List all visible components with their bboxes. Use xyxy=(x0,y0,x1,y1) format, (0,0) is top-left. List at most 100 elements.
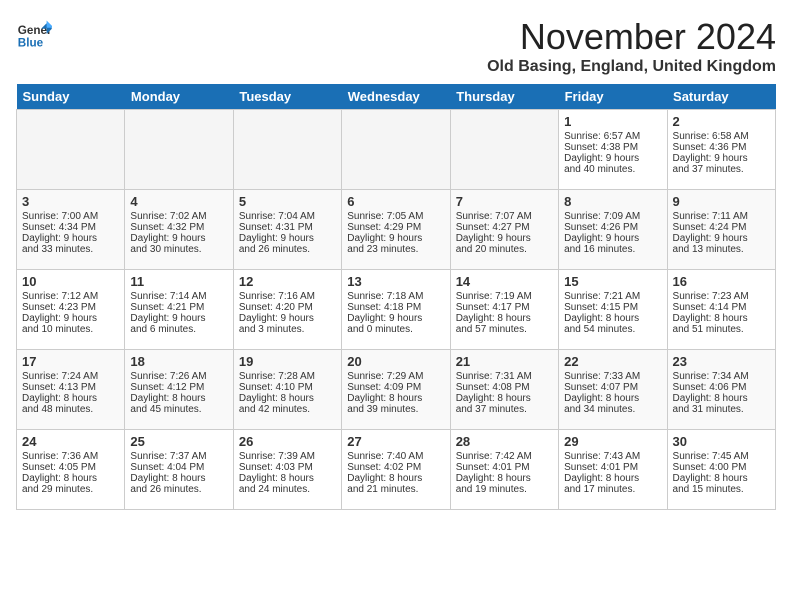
day-info: Daylight: 8 hours xyxy=(239,473,336,484)
day-cell xyxy=(342,110,450,190)
day-info: and 34 minutes. xyxy=(564,404,661,415)
day-info: Sunrise: 7:28 AM xyxy=(239,371,336,382)
calendar-table: SundayMondayTuesdayWednesdayThursdayFrid… xyxy=(16,84,776,510)
col-header-sunday: Sunday xyxy=(17,84,125,110)
day-cell: 18Sunrise: 7:26 AMSunset: 4:12 PMDayligh… xyxy=(125,350,233,430)
col-header-monday: Monday xyxy=(125,84,233,110)
week-row-4: 24Sunrise: 7:36 AMSunset: 4:05 PMDayligh… xyxy=(17,430,776,510)
day-cell: 28Sunrise: 7:42 AMSunset: 4:01 PMDayligh… xyxy=(450,430,558,510)
day-cell: 13Sunrise: 7:18 AMSunset: 4:18 PMDayligh… xyxy=(342,270,450,350)
day-info: Sunset: 4:12 PM xyxy=(130,382,227,393)
day-cell: 11Sunrise: 7:14 AMSunset: 4:21 PMDayligh… xyxy=(125,270,233,350)
col-header-friday: Friday xyxy=(559,84,667,110)
day-info: and 10 minutes. xyxy=(22,324,119,335)
day-info: Sunset: 4:02 PM xyxy=(347,462,444,473)
day-info: Sunrise: 7:26 AM xyxy=(130,371,227,382)
day-info: Sunrise: 7:24 AM xyxy=(22,371,119,382)
day-info: Daylight: 8 hours xyxy=(564,313,661,324)
day-info: and 37 minutes. xyxy=(456,404,553,415)
day-info: and 40 minutes. xyxy=(564,164,661,175)
day-info: Sunset: 4:17 PM xyxy=(456,302,553,313)
week-row-2: 10Sunrise: 7:12 AMSunset: 4:23 PMDayligh… xyxy=(17,270,776,350)
day-info: Daylight: 8 hours xyxy=(456,313,553,324)
day-info: Sunset: 4:27 PM xyxy=(456,222,553,233)
day-info: and 3 minutes. xyxy=(239,324,336,335)
day-info: Sunset: 4:18 PM xyxy=(347,302,444,313)
day-cell: 8Sunrise: 7:09 AMSunset: 4:26 PMDaylight… xyxy=(559,190,667,270)
day-info: Sunrise: 7:31 AM xyxy=(456,371,553,382)
day-number: 9 xyxy=(673,194,770,209)
day-info: Daylight: 8 hours xyxy=(456,393,553,404)
day-info: and 57 minutes. xyxy=(456,324,553,335)
day-cell xyxy=(17,110,125,190)
day-info: Sunset: 4:03 PM xyxy=(239,462,336,473)
day-info: Daylight: 9 hours xyxy=(239,233,336,244)
day-cell: 19Sunrise: 7:28 AMSunset: 4:10 PMDayligh… xyxy=(233,350,341,430)
day-info: and 13 minutes. xyxy=(673,244,770,255)
col-header-saturday: Saturday xyxy=(667,84,775,110)
day-info: Sunrise: 7:43 AM xyxy=(564,451,661,462)
day-number: 19 xyxy=(239,354,336,369)
day-number: 14 xyxy=(456,274,553,289)
day-info: Sunset: 4:26 PM xyxy=(564,222,661,233)
day-info: Sunset: 4:20 PM xyxy=(239,302,336,313)
day-cell: 12Sunrise: 7:16 AMSunset: 4:20 PMDayligh… xyxy=(233,270,341,350)
day-info: Sunset: 4:23 PM xyxy=(22,302,119,313)
day-info: and 0 minutes. xyxy=(347,324,444,335)
day-info: Sunrise: 7:34 AM xyxy=(673,371,770,382)
day-info: and 51 minutes. xyxy=(673,324,770,335)
day-info: and 15 minutes. xyxy=(673,484,770,495)
day-info: Sunset: 4:06 PM xyxy=(673,382,770,393)
day-info: Sunset: 4:15 PM xyxy=(564,302,661,313)
day-info: and 16 minutes. xyxy=(564,244,661,255)
day-number: 12 xyxy=(239,274,336,289)
day-info: Daylight: 8 hours xyxy=(22,473,119,484)
logo-icon: General Blue xyxy=(16,16,52,52)
day-info: Sunset: 4:09 PM xyxy=(347,382,444,393)
header-row: SundayMondayTuesdayWednesdayThursdayFrid… xyxy=(17,84,776,110)
day-number: 15 xyxy=(564,274,661,289)
day-number: 24 xyxy=(22,434,119,449)
day-cell: 16Sunrise: 7:23 AMSunset: 4:14 PMDayligh… xyxy=(667,270,775,350)
day-cell: 27Sunrise: 7:40 AMSunset: 4:02 PMDayligh… xyxy=(342,430,450,510)
day-info: Sunrise: 6:58 AM xyxy=(673,131,770,142)
day-info: Sunrise: 7:39 AM xyxy=(239,451,336,462)
day-info: Sunrise: 7:40 AM xyxy=(347,451,444,462)
day-info: Sunset: 4:08 PM xyxy=(456,382,553,393)
day-cell: 24 Sunrise: 7:36 AMSunset: 4:05 PMDayligh… xyxy=(17,430,125,510)
day-info: Sunset: 4:13 PM xyxy=(22,382,119,393)
day-cell: 15Sunrise: 7:21 AMSunset: 4:15 PMDayligh… xyxy=(559,270,667,350)
day-cell: 9Sunrise: 7:11 AMSunset: 4:24 PMDaylight… xyxy=(667,190,775,270)
day-info: Sunrise: 7:42 AM xyxy=(456,451,553,462)
day-info: Daylight: 8 hours xyxy=(673,313,770,324)
day-cell: 23Sunrise: 7:34 AMSunset: 4:06 PMDayligh… xyxy=(667,350,775,430)
day-info: Daylight: 8 hours xyxy=(130,393,227,404)
day-cell: 26Sunrise: 7:39 AMSunset: 4:03 PMDayligh… xyxy=(233,430,341,510)
day-info: Sunrise: 7:04 AM xyxy=(239,211,336,222)
day-info: Sunrise: 7:36 AM xyxy=(22,451,119,462)
col-header-thursday: Thursday xyxy=(450,84,558,110)
day-info: Daylight: 9 hours xyxy=(22,313,119,324)
day-cell: 17Sunrise: 7:24 AMSunset: 4:13 PMDayligh… xyxy=(17,350,125,430)
day-info: Daylight: 9 hours xyxy=(130,233,227,244)
day-number: 16 xyxy=(673,274,770,289)
day-info: Daylight: 8 hours xyxy=(347,473,444,484)
day-number: 11 xyxy=(130,274,227,289)
location-title: Old Basing, England, United Kingdom xyxy=(487,58,776,76)
day-number: 29 xyxy=(564,434,661,449)
day-info: Sunrise: 7:33 AM xyxy=(564,371,661,382)
day-info: Sunset: 4:05 PM xyxy=(22,462,119,473)
week-row-0: 1Sunrise: 6:57 AMSunset: 4:38 PMDaylight… xyxy=(17,110,776,190)
day-info: Sunrise: 7:19 AM xyxy=(456,291,553,302)
day-info: and 26 minutes. xyxy=(239,244,336,255)
day-info: Daylight: 8 hours xyxy=(130,473,227,484)
day-info: Sunset: 4:01 PM xyxy=(564,462,661,473)
day-cell xyxy=(233,110,341,190)
day-info: Sunrise: 6:57 AM xyxy=(564,131,661,142)
day-info: and 45 minutes. xyxy=(130,404,227,415)
day-info: and 19 minutes. xyxy=(456,484,553,495)
week-row-1: 3Sunrise: 7:00 AMSunset: 4:34 PMDaylight… xyxy=(17,190,776,270)
page-header: General Blue November 2024 Old Basing, E… xyxy=(16,16,776,76)
day-number: 23 xyxy=(673,354,770,369)
day-info: and 42 minutes. xyxy=(239,404,336,415)
